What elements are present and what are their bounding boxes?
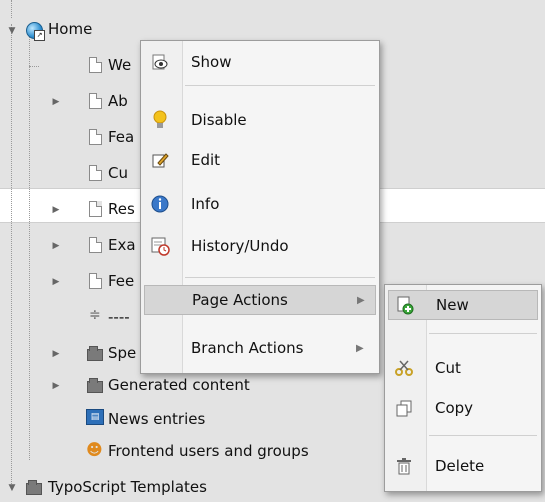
menu-item-history-undo[interactable]: History/Undo: [141, 231, 379, 261]
context-menu: Show Disable Edit Info History/Undo Page…: [140, 40, 380, 374]
menu-separator: [185, 277, 375, 278]
history-icon: [150, 236, 170, 256]
copy-icon: [394, 398, 414, 418]
separator-icon: ≑: [89, 307, 101, 323]
expand-arrow-icon[interactable]: ▶: [52, 97, 60, 107]
expand-arrow-icon[interactable]: ▶: [52, 277, 60, 287]
expand-arrow-icon[interactable]: ▶: [52, 349, 60, 359]
tree-node-label: Res: [108, 200, 135, 218]
tree-guide: [11, 0, 12, 18]
menu-item-label: New: [436, 296, 469, 314]
page-icon: [89, 237, 102, 253]
menu-item-label: Disable: [191, 111, 247, 129]
menu-item-show[interactable]: Show: [141, 47, 379, 77]
page-icon: [89, 165, 102, 181]
tree-node-label: Fee: [108, 272, 135, 290]
info-icon: [150, 194, 170, 214]
tree-node-label: News entries: [108, 410, 206, 428]
menu-separator: [185, 85, 375, 86]
tree-node-label: Ab: [108, 92, 128, 110]
shortcut-badge-icon: ↗: [34, 30, 45, 41]
scissors-icon: [394, 358, 414, 378]
expander-icon[interactable]: ▼: [8, 26, 16, 36]
folder-icon: [87, 378, 103, 393]
tree-node-label: Home: [48, 20, 93, 38]
menu-item-label: Edit: [191, 151, 221, 169]
tree-guide: [11, 24, 12, 484]
users-icon: ☻: [86, 440, 103, 459]
tree-node-label: Cu: [108, 164, 128, 182]
menu-item-disable[interactable]: Disable: [141, 105, 379, 135]
menu-separator: [429, 333, 537, 334]
menu-item-label: Info: [191, 195, 220, 213]
menu-item-info[interactable]: Info: [141, 189, 379, 219]
tree-node-label: Frontend users and groups: [108, 442, 309, 460]
page-icon: [89, 201, 102, 217]
menu-item-edit[interactable]: Edit: [141, 145, 379, 175]
menu-item-cut[interactable]: Cut: [385, 353, 541, 383]
menu-item-label: History/Undo: [191, 237, 289, 255]
news-icon: ▤: [86, 409, 104, 425]
tree-node-label: ----: [108, 308, 130, 326]
submenu-arrow-icon: ▶: [357, 294, 365, 306]
eye-icon: [150, 52, 170, 72]
tree-guide: [29, 30, 30, 460]
tree-node-label: Exa: [108, 236, 136, 254]
menu-item-new[interactable]: New: [388, 290, 538, 320]
page-icon: [89, 273, 102, 289]
menu-item-label: Copy: [435, 399, 474, 417]
menu-item-label: Page Actions: [192, 291, 288, 309]
globe-icon: ↗: [26, 22, 45, 41]
menu-item-branch-actions[interactable]: Branch Actions ▶: [141, 333, 379, 363]
page-actions-submenu: New Cut Copy Delete: [384, 284, 542, 492]
menu-separator: [429, 435, 537, 436]
folder-icon: [26, 480, 42, 495]
menu-item-page-actions[interactable]: Page Actions ▶: [144, 285, 376, 315]
tree-node-label: TypoScript Templates: [48, 478, 207, 496]
menu-item-label: Cut: [435, 359, 461, 377]
tree-node-label: Spe: [108, 344, 137, 362]
submenu-arrow-icon: ▶: [356, 342, 364, 354]
new-page-icon: [395, 295, 415, 315]
menu-item-label: Branch Actions: [191, 339, 304, 357]
tree-node-label: Fea: [108, 128, 135, 146]
menu-item-label: Delete: [435, 457, 485, 475]
expand-arrow-icon[interactable]: ▶: [52, 241, 60, 251]
tree-node-label: Generated content: [108, 376, 250, 394]
menu-item-label: Show: [191, 53, 232, 71]
tree-connector: [29, 66, 39, 67]
menu-item-copy[interactable]: Copy: [385, 393, 541, 423]
lightbulb-icon: [150, 110, 170, 130]
folder-icon: [87, 346, 103, 361]
tree-node-label: We: [108, 56, 132, 74]
page-icon: [89, 57, 102, 73]
expand-arrow-icon[interactable]: ▶: [52, 205, 60, 215]
expander-icon[interactable]: ▼: [8, 483, 16, 493]
trash-icon: [394, 456, 414, 476]
page-icon: [89, 93, 102, 109]
expand-arrow-icon[interactable]: ▶: [52, 381, 60, 391]
page-icon: [89, 129, 102, 145]
pencil-icon: [150, 150, 170, 170]
menu-item-delete[interactable]: Delete: [385, 451, 541, 481]
